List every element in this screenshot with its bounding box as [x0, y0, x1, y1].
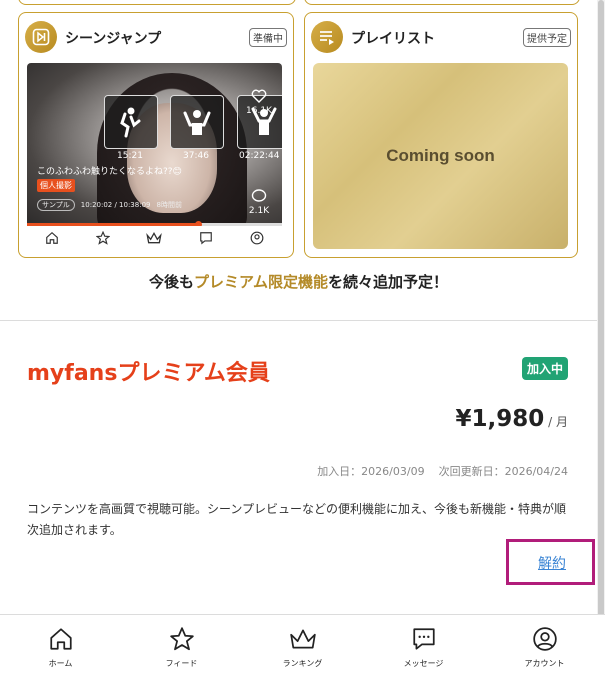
tab-ranking[interactable]: ランキング — [242, 615, 363, 675]
previous-card-bottom — [18, 0, 296, 5]
account-icon — [250, 231, 264, 244]
plan-description: コンテンツを高画質で視聴可能。シーンプレビューなどの便利機能に加え、今後も新機能… — [27, 502, 567, 537]
join-date: 加入日：2026/03/09 — [317, 465, 425, 478]
like-count: 16.1K — [240, 89, 278, 116]
plan-price: ¥1,980 / 月 — [455, 406, 568, 432]
crown-icon — [289, 629, 316, 649]
tab-account[interactable]: アカウント — [484, 615, 605, 675]
feature-title: シーンジャンプ — [65, 31, 162, 47]
scene-jump-icon — [25, 21, 57, 53]
status-badge: 準備中 — [249, 28, 287, 47]
scene-thumbnail — [104, 95, 158, 149]
bottom-tab-bar: ホーム フィード ランキング メッセージ アカウント — [0, 614, 605, 675]
star-icon — [95, 230, 110, 245]
video-caption: このふわふわ触りたくなるよね??😊 — [37, 167, 182, 177]
scene-thumbnail — [170, 95, 224, 149]
subscription-dates: 加入日：2026/03/09 次回更新日：2026/04/24 — [317, 463, 568, 479]
coming-soon-text: Coming soon — [386, 146, 495, 165]
message-icon — [412, 628, 435, 650]
feature-title: プレイリスト — [351, 31, 435, 47]
scrollbar-thumb[interactable] — [598, 0, 604, 620]
message-icon — [200, 231, 212, 244]
home-icon — [46, 231, 59, 244]
crown-icon — [146, 231, 163, 243]
video-meta: サンプル 10:20:02 / 10:38:09 8時間前 — [37, 199, 182, 211]
subscription-status-badge: 加入中 — [521, 357, 568, 380]
comment-count: 2.1K — [240, 189, 278, 216]
renew-date: 次回更新日：2026/04/24 — [438, 465, 568, 478]
star-icon — [169, 627, 194, 651]
account-icon — [532, 627, 557, 651]
comment-icon — [251, 189, 267, 202]
preview-nav — [27, 226, 282, 249]
feature-card-scene-jump: シーンジャンプ 準備中 15:21 37:46 02:22:44 16.1K 2… — [18, 12, 294, 258]
section-divider — [0, 320, 597, 321]
plan-title: myfansプレミアム会員 — [27, 361, 270, 386]
tab-message[interactable]: メッセージ — [363, 615, 484, 675]
scene-time: 02:22:44 — [239, 151, 280, 161]
playlist-icon — [311, 21, 343, 53]
cancel-subscription-link[interactable]: 解約 — [538, 553, 566, 573]
feature-card-playlist: プレイリスト 提供予定 Coming soon — [304, 12, 578, 258]
scene-preview-mock: 15:21 37:46 02:22:44 16.1K 2.1K このふわふわ触り… — [27, 63, 282, 249]
tab-feed[interactable]: フィード — [121, 615, 242, 675]
home-icon — [49, 628, 72, 650]
heart-icon — [251, 89, 267, 103]
scene-time: 15:21 — [117, 151, 143, 161]
coming-soon-panel: Coming soon — [313, 63, 568, 249]
video-tag: 個人撮影 — [37, 179, 75, 192]
previous-card-bottom — [304, 0, 580, 5]
tab-home[interactable]: ホーム — [0, 615, 121, 675]
scene-time: 37:46 — [183, 151, 209, 161]
status-badge: 提供予定 — [523, 28, 571, 47]
future-features-note: 今後もプレミアム限定機能を続々追加予定！ — [149, 273, 448, 291]
